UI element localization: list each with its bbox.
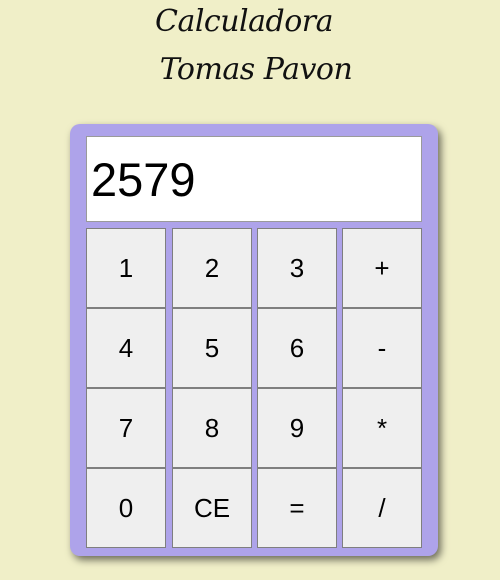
key-3[interactable]: 3 <box>257 228 337 308</box>
key-9[interactable]: 9 <box>257 388 337 468</box>
key-4[interactable]: 4 <box>86 308 166 388</box>
key-1[interactable]: 1 <box>86 228 166 308</box>
calculator-display: 2579 <box>86 136 422 222</box>
key-divide[interactable]: / <box>342 468 422 548</box>
calculator-body: 2579 1 2 3 +4 5 6- 7 8 9 * 0 CE = / <box>70 124 438 556</box>
app-title: Calculadora <box>154 4 334 39</box>
key-2[interactable]: 2 <box>172 228 252 308</box>
key-8[interactable]: 8 <box>172 388 252 468</box>
key-0[interactable]: 0 <box>86 468 166 548</box>
key-minus[interactable]: - <box>342 308 422 388</box>
key-6[interactable]: 6 <box>257 308 337 388</box>
key-equals[interactable]: = <box>257 468 337 548</box>
key-clear-entry[interactable]: CE <box>172 468 252 548</box>
key-plus[interactable]: + <box>342 228 422 308</box>
key-multiply[interactable]: * <box>342 388 422 468</box>
key-7[interactable]: 7 <box>86 388 166 468</box>
author-name: Tomas Pavon <box>159 52 353 87</box>
key-5[interactable]: 5 <box>172 308 252 388</box>
